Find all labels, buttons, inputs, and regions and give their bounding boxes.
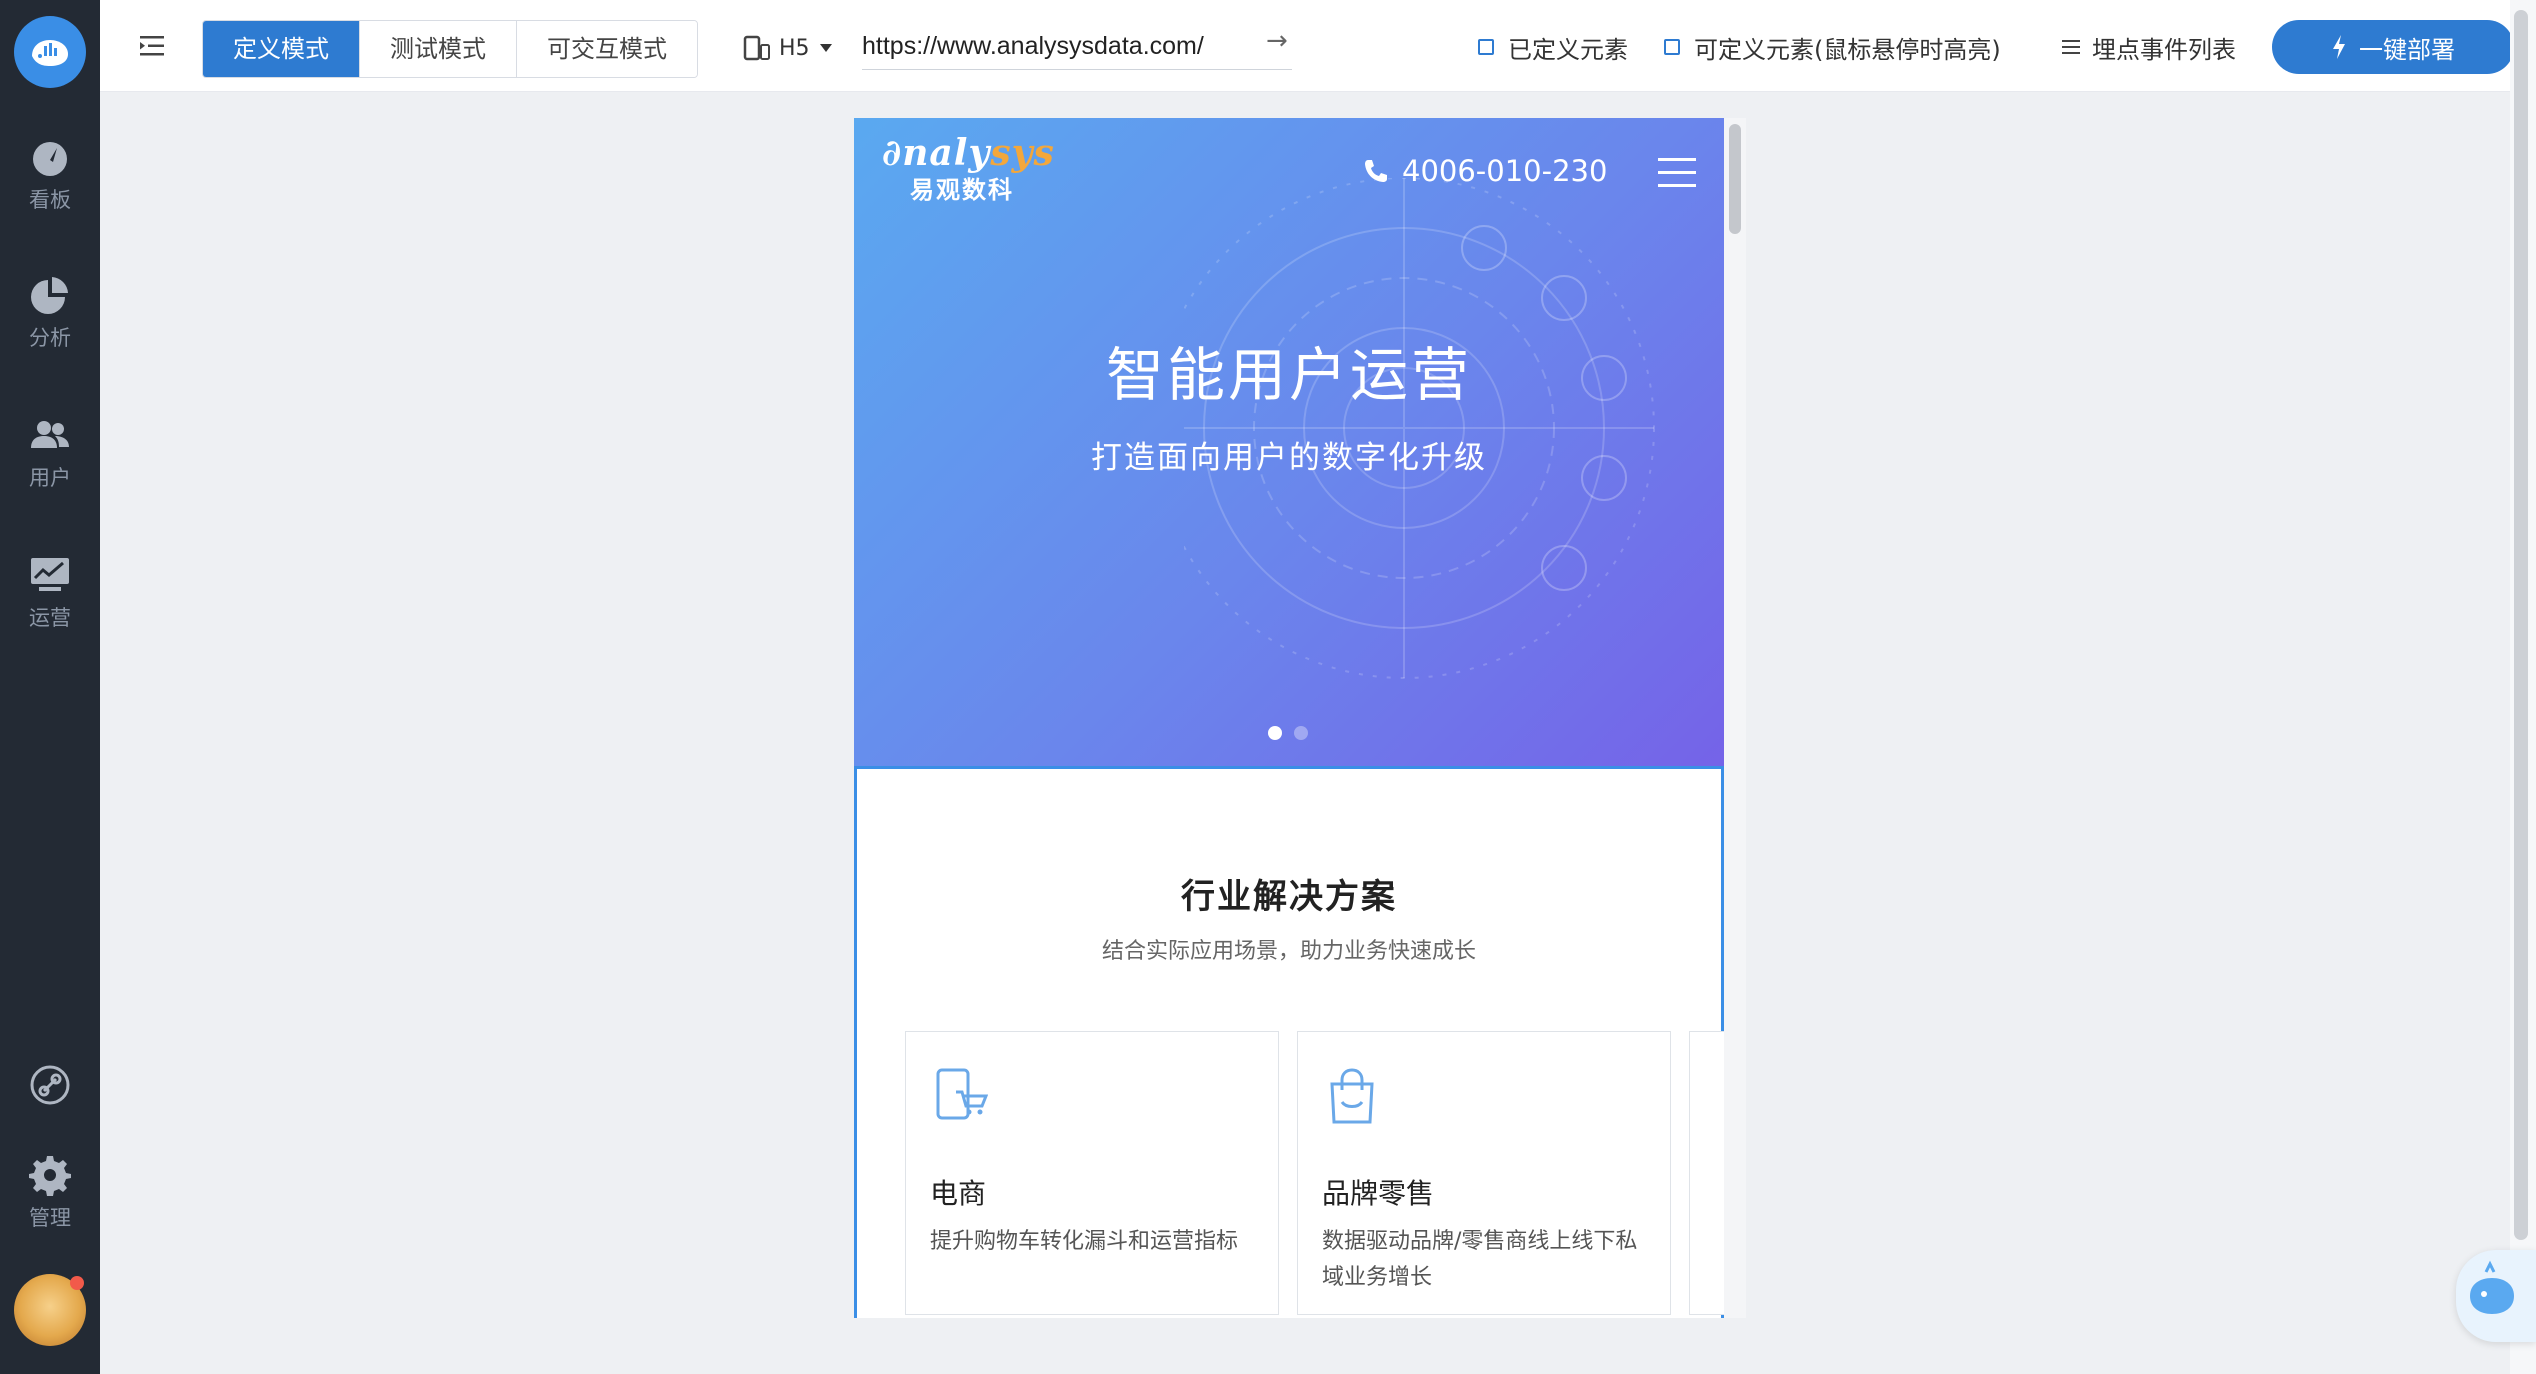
- sidebar-item-label: 运营: [29, 606, 71, 630]
- tab-define-mode[interactable]: 定义模式: [203, 21, 360, 77]
- whale-assistant-icon: [2470, 1260, 2514, 1314]
- users-icon: [31, 421, 69, 448]
- collapse-menu-icon[interactable]: [136, 30, 168, 62]
- hamburger-menu-icon[interactable]: [1658, 158, 1696, 188]
- sidebar-item-users[interactable]: 用户: [0, 414, 100, 492]
- device-label: H5: [779, 35, 810, 61]
- checkbox[interactable]: [1664, 39, 1680, 55]
- preview-scrollbar-track: [1724, 118, 1746, 1318]
- ecommerce-icon: [936, 1068, 988, 1120]
- list-icon: [2062, 40, 2080, 54]
- defined-elements-toggle[interactable]: 已定义元素: [1478, 30, 1628, 64]
- monitor-chart-icon: [31, 558, 69, 591]
- carousel-dot[interactable]: [1268, 726, 1282, 740]
- hero-subtitle: 打造面向用户的数字化升级: [1091, 440, 1487, 476]
- event-list-button[interactable]: 埋点事件列表: [2060, 30, 2236, 64]
- tab-interactive-mode[interactable]: 可交互模式: [517, 21, 697, 77]
- mobile-preview[interactable]: ∂nalysys 易观数科 4006-010-230 智能用户运营 打造面向用户…: [854, 118, 1724, 1318]
- preview-scrollbar[interactable]: [1729, 124, 1741, 234]
- sidebar-item-manage[interactable]: 管理: [0, 1154, 100, 1232]
- device-icon: [743, 35, 770, 61]
- dashboard-icon: [33, 142, 67, 176]
- sidebar-item-label: 看板: [29, 188, 71, 212]
- deploy-label: 一键部署: [2359, 35, 2455, 64]
- go-arrow-icon[interactable]: →: [1266, 26, 1288, 56]
- definable-elements-toggle[interactable]: 可定义元素(鼠标悬停时高亮): [1664, 30, 2001, 64]
- carousel-dot[interactable]: [1294, 726, 1308, 740]
- definable-elements-label: 可定义元素(鼠标悬停时高亮): [1694, 35, 2001, 64]
- brand-logo[interactable]: ∂nalysys 易观数科: [882, 132, 1055, 205]
- solution-card-ecommerce[interactable]: 电商 提升购物车转化漏斗和运营指标: [905, 1031, 1279, 1315]
- solutions-subtitle: 结合实际应用场景，助力业务快速成长: [1101, 939, 1476, 964]
- solutions-title: 行业解决方案: [1181, 877, 1397, 917]
- card-description: 提升购物车转化漏斗和运营指标: [930, 1229, 1239, 1254]
- deploy-button[interactable]: 一键部署: [2272, 20, 2514, 74]
- solution-card-retail[interactable]: 品牌零售 数据驱动品牌/零售商线上线下私域业务增长: [1297, 1031, 1671, 1315]
- brand-chinese: 易观数科: [910, 176, 1014, 204]
- mode-switcher: 定义模式 测试模式 可交互模式: [202, 20, 698, 78]
- link-icon: [30, 1065, 70, 1105]
- sidebar-item-label: 用户: [29, 466, 71, 490]
- sidebar-item-analysis[interactable]: 分析: [0, 274, 100, 352]
- solutions-section[interactable]: 行业解决方案 结合实际应用场景，助力业务快速成长 电商 提升购物车转化漏斗和运营…: [854, 766, 1724, 1318]
- card-title: 品牌零售: [1322, 1177, 1435, 1210]
- card-description: 数据驱动品牌/零售商线上线下私域业务增长: [1322, 1229, 1638, 1290]
- lightning-icon: [2333, 35, 2345, 59]
- whale-logo-icon: [32, 40, 68, 66]
- hotline[interactable]: 4006-010-230: [1362, 154, 1607, 188]
- device-select[interactable]: H5: [743, 30, 834, 66]
- tab-test-mode[interactable]: 测试模式: [360, 21, 517, 77]
- phone-number: 4006-010-230: [1402, 154, 1608, 188]
- checkbox[interactable]: [1478, 39, 1494, 55]
- sidebar-item-link[interactable]: [0, 1064, 100, 1112]
- url-input[interactable]: [862, 24, 1292, 70]
- app-logo[interactable]: [14, 16, 86, 88]
- phone-icon: [1365, 160, 1387, 182]
- page-scrollbar[interactable]: [2514, 10, 2528, 1240]
- sidebar-item-operations[interactable]: 运营: [0, 554, 100, 632]
- sidebar-item-label: 管理: [29, 1206, 71, 1230]
- notification-dot: [70, 1276, 84, 1290]
- gear-icon: [29, 1156, 71, 1196]
- brand-english: ∂nalysys: [882, 132, 1055, 174]
- sidebar: 看板 分析 用户 运营 管理: [0, 0, 100, 1374]
- help-assistant-button[interactable]: [2456, 1250, 2536, 1342]
- card-title: 电商: [930, 1177, 987, 1210]
- defined-elements-label: 已定义元素: [1508, 35, 1628, 64]
- chevron-down-icon: [819, 44, 832, 52]
- solution-card-partial[interactable]: [1689, 1031, 1724, 1315]
- hero-title: 智能用户运营: [1105, 341, 1472, 409]
- shopping-bag-icon: [1330, 1068, 1374, 1124]
- pie-chart-icon: [31, 277, 68, 314]
- hero-banner[interactable]: ∂nalysys 易观数科 4006-010-230 智能用户运营 打造面向用户…: [854, 118, 1724, 766]
- carousel-dots: [1268, 726, 1308, 740]
- event-list-label: 埋点事件列表: [2092, 35, 2236, 64]
- sidebar-item-label: 分析: [29, 326, 71, 350]
- sidebar-item-dashboard[interactable]: 看板: [0, 136, 100, 214]
- top-toolbar: 定义模式 测试模式 可交互模式 H5 → 已定义元素 可定义元素(鼠标悬停时高亮…: [100, 0, 2536, 92]
